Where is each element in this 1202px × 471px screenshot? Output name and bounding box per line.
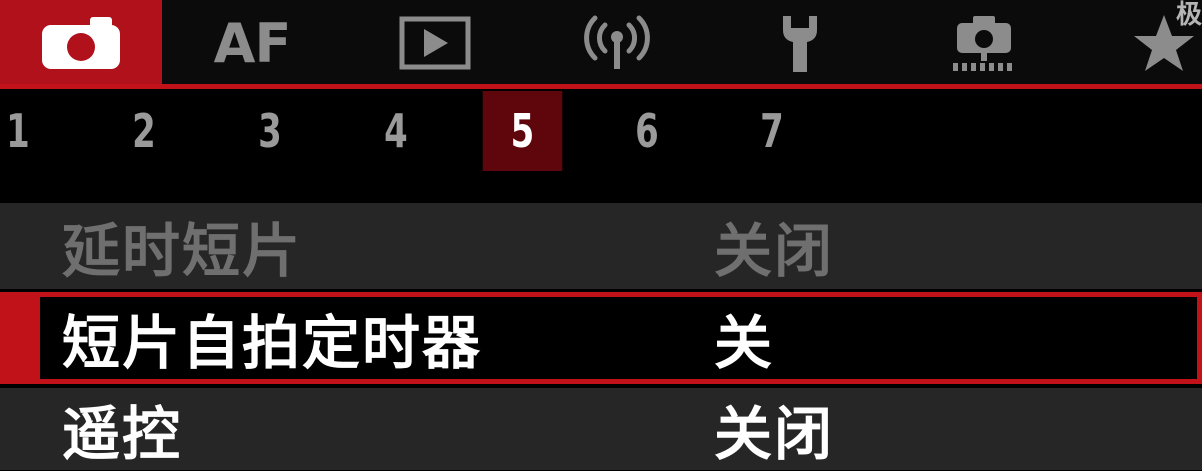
wrench-icon [783, 16, 817, 72]
page-selector: 1 2 3 4 5 6 7 [0, 89, 1202, 201]
menu-tab-bar: AF 极 [0, 0, 1202, 86]
tab-setup[interactable] [762, 0, 838, 86]
tab-af[interactable]: AF [190, 0, 314, 86]
menu-item-value: 关闭 [714, 400, 835, 468]
page-5[interactable]: 5 [482, 91, 563, 171]
menu-item-label: 延时短片 [62, 217, 303, 285]
page-2[interactable]: 2 [119, 91, 168, 171]
page-3[interactable]: 3 [245, 91, 294, 171]
menu-item-value: 关 [714, 309, 775, 377]
menu-item-time-lapse-movie[interactable]: 延时短片 关闭 [0, 203, 1202, 289]
page-6[interactable]: 6 [622, 91, 671, 171]
tab-shooting[interactable] [0, 0, 162, 86]
tab-custom-functions[interactable] [944, 0, 1024, 86]
custom-functions-icon [953, 16, 1012, 71]
page-4[interactable]: 4 [371, 91, 420, 171]
tab-af-label: AF [213, 11, 292, 75]
page-1[interactable]: 1 [3, 91, 33, 171]
camera-icon [42, 17, 120, 69]
menu-item-label: 短片自拍定时器 [62, 309, 483, 377]
menu-item-label: 遥控 [62, 400, 183, 468]
page-7[interactable]: 7 [747, 91, 796, 171]
wireless-icon [584, 15, 650, 69]
playback-icon [399, 16, 471, 70]
menu-item-content: 短片自拍定时器 关 [0, 292, 1202, 384]
tab-playback[interactable] [385, 0, 485, 86]
tab-wireless[interactable] [570, 0, 664, 86]
menu-item-remote-control[interactable]: 遥控 关闭 [0, 388, 1202, 470]
menu-item-movie-self-timer[interactable]: 短片自拍定时器 关 [0, 292, 1202, 384]
corner-label: 极 [1175, 0, 1202, 30]
menu-item-value: 关闭 [714, 217, 835, 285]
